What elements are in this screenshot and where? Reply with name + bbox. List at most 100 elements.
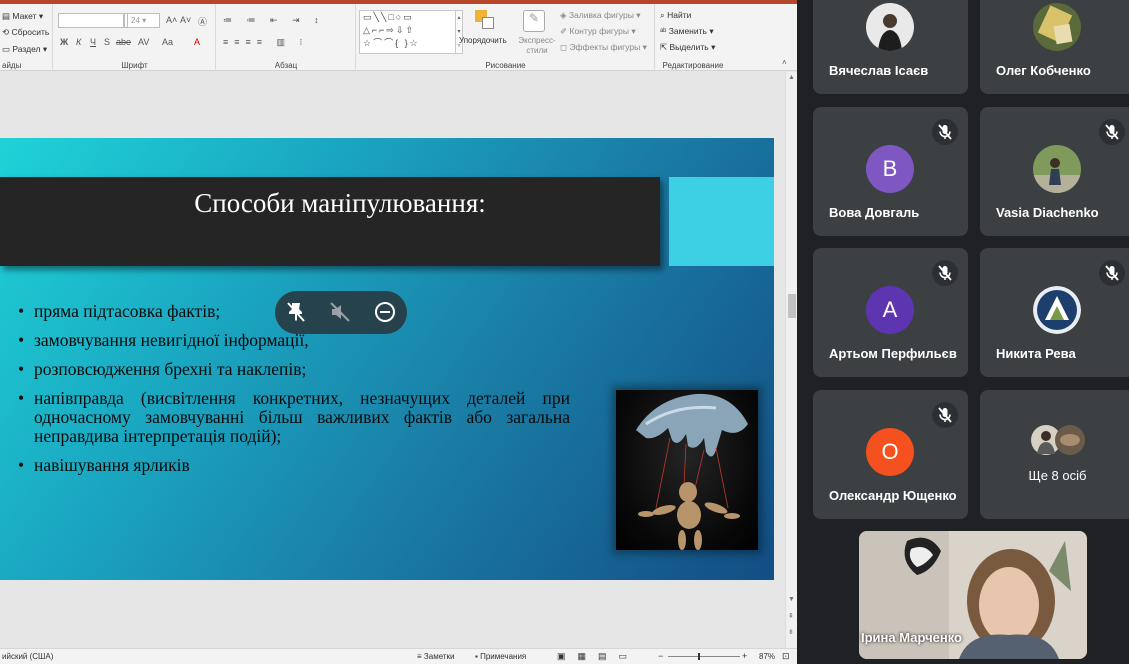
replace-button[interactable]: ᵃᵇ Заменить ▾ [660, 26, 714, 37]
status-bar: ийский (США) ≡ Заметки ▪ Примечания ▣▦▤▭… [0, 648, 797, 664]
pin-off-icon[interactable] [284, 300, 308, 324]
zoom-slider-thumb[interactable] [698, 653, 700, 660]
font-size-field[interactable]: 24 ▾ [127, 13, 160, 28]
participant-name: Олександр Ющенко [829, 488, 957, 503]
fill-icon: ◈ [560, 10, 567, 20]
screen: ▤ Макет ▾ ⟲ Сбросить ▭ Раздел ▾ айды ▾ 2… [0, 0, 1129, 664]
remove-circle-icon[interactable] [373, 300, 397, 324]
scroll-down-icon[interactable]: ▼ [788, 596, 795, 603]
scroll-thumb[interactable] [788, 294, 796, 318]
shadow-button[interactable]: S [104, 37, 110, 47]
bullet-item: • напівправда (висвітлення конкретних, не… [18, 389, 570, 446]
participant-tile[interactable]: Олег Кобченко [980, 0, 1129, 94]
list-buttons[interactable]: ≔ ≔ ⇤ ⇥ ↕ [223, 15, 325, 26]
zoom-in-button[interactable]: + [742, 651, 747, 661]
font-group: ▾ 24 ▾ A˄ A˅ Ⓐ Ж К Ч S abe AV Aa A Шрифт [54, 4, 216, 71]
language-status[interactable]: ийский (США) [2, 652, 53, 661]
comments-label: Примечания [480, 652, 527, 661]
quick-styles-icon: ✎ [523, 10, 545, 32]
avatar [1033, 286, 1081, 334]
participant-name: Никита Рева [996, 346, 1076, 361]
volume-off-icon[interactable] [328, 300, 352, 324]
fit-slide-icon[interactable]: ⊡ [782, 651, 790, 662]
comments-button[interactable]: ▪ Примечания [475, 652, 526, 661]
shapes-scroll[interactable]: ▴ ▾ ▿ [455, 10, 463, 54]
collapse-ribbon-icon[interactable]: ˄ [782, 58, 787, 67]
shape-fill-button[interactable]: ◈ Заливка фигуры ▾ [560, 10, 640, 21]
bullet-item: • розповсюдження брехні та наклепів; [18, 360, 570, 379]
slide[interactable]: Способи маніпулювання: • пряма підтасовка… [0, 138, 774, 580]
shrink-font-button[interactable]: A˅ [180, 15, 191, 25]
bullet-dot: • [18, 388, 25, 408]
section-button[interactable]: ▭ Раздел ▾ [2, 44, 47, 55]
mic-off-icon [938, 124, 952, 140]
shape-effects-button[interactable]: ◻ Эффекты фигуры ▾ [560, 42, 647, 53]
puppet-image[interactable] [616, 390, 758, 550]
arrange-icon [475, 10, 495, 30]
shape-outline-button[interactable]: ✐ Контур фигуры ▾ [560, 26, 636, 37]
notes-icon: ≡ [417, 652, 422, 661]
next-slide-icon[interactable]: ⇟ [788, 628, 794, 636]
mic-off-icon [1105, 265, 1119, 281]
quick-styles-button[interactable]: Экспресс-стили [515, 36, 559, 56]
strikethrough-button[interactable]: abe [116, 37, 131, 47]
mic-off-icon [1105, 124, 1119, 140]
participant-tile[interactable]: Vasia Diachenko [980, 107, 1129, 236]
puppet-illustration [636, 393, 748, 550]
align-buttons[interactable]: ≡≡≡≡ ▥ ⁝ [223, 37, 308, 48]
bullet-dot: • [18, 301, 25, 321]
scroll-up-icon[interactable]: ▲ [788, 74, 795, 81]
bold-button[interactable]: Ж [60, 37, 68, 47]
italic-button[interactable]: К [76, 37, 81, 47]
layout-button[interactable]: ▤ Макет ▾ [2, 11, 43, 22]
cursor-icon: ⇱ [660, 42, 668, 52]
shape-effects-label: Эффекты фигуры [569, 42, 641, 52]
zoom-out-button[interactable]: − [658, 651, 663, 661]
underline-button[interactable]: Ч [90, 37, 96, 47]
avatar: А [866, 286, 914, 334]
self-view-video[interactable]: Ірина Марченко [859, 531, 1087, 659]
outline-icon: ✐ [560, 26, 568, 36]
arrange-button[interactable]: Упорядочить [459, 36, 507, 45]
zoom-slider[interactable] [668, 653, 740, 660]
find-button[interactable]: ⌕ Найти [660, 10, 691, 21]
avatar [1033, 3, 1081, 51]
slide-title[interactable]: Способи маніпулювання: [0, 188, 680, 219]
notes-label: Заметки [423, 652, 455, 661]
zoom-level[interactable]: 87% [759, 652, 775, 661]
change-case-button[interactable]: Aa [162, 37, 173, 47]
self-view-name: Ірина Марченко [861, 630, 962, 645]
slides-group-label: айды [2, 61, 22, 70]
mic-off-icon [938, 407, 952, 423]
layout-label: Макет [12, 11, 37, 21]
avatar: В [866, 145, 914, 193]
view-buttons[interactable]: ▣▦▤▭ [557, 651, 639, 662]
editing-group: ⌕ Найти ᵃᵇ Заменить ▾ ⇱ Выделить ▾ Редак… [656, 4, 730, 71]
bullet-dot: • [18, 330, 25, 350]
font-color-button[interactable]: A [194, 37, 200, 47]
mic-off-icon [938, 265, 952, 281]
participant-tile[interactable]: В Вова Довгаль [813, 107, 968, 236]
spacing-button[interactable]: AV [138, 37, 149, 47]
participant-tile[interactable]: Вячеслав Ісаєв [813, 0, 968, 94]
avatar [1033, 145, 1081, 193]
select-label: Выделить [669, 42, 709, 52]
vertical-scrollbar[interactable]: ▲ ▼ ⇞ ⇟ [785, 72, 797, 648]
reset-label: Сбросить [11, 27, 50, 37]
shapes-gallery[interactable]: ▭╲╲□○▭ △⌐⌐⇨⇩⇧ ☆⌒⌒{ }☆ [359, 10, 456, 54]
participant-tile[interactable]: О Олександр Ющенко [813, 390, 968, 519]
more-participants-tile[interactable]: Ще 8 осіб [980, 390, 1129, 519]
grow-font-label: A [166, 15, 173, 25]
font-name-field[interactable] [58, 13, 124, 28]
bullet-item: • навішування ярликів [18, 456, 570, 475]
participant-tile[interactable]: Никита Рева [980, 248, 1129, 377]
notes-button[interactable]: ≡ Заметки [417, 652, 455, 661]
reset-button[interactable]: ⟲ Сбросить [2, 27, 49, 38]
replace-icon: ᵃᵇ [660, 26, 667, 36]
prev-slide-icon[interactable]: ⇞ [788, 612, 794, 620]
bullet-text: пряма підтасовка фактів; [34, 301, 221, 321]
select-button[interactable]: ⇱ Выделить ▾ [660, 42, 715, 53]
clear-format-icon[interactable]: Ⓐ [198, 15, 207, 28]
participant-tile[interactable]: А Артьом Перфильєв [813, 248, 968, 377]
grow-font-button[interactable]: A˄ [166, 15, 177, 25]
